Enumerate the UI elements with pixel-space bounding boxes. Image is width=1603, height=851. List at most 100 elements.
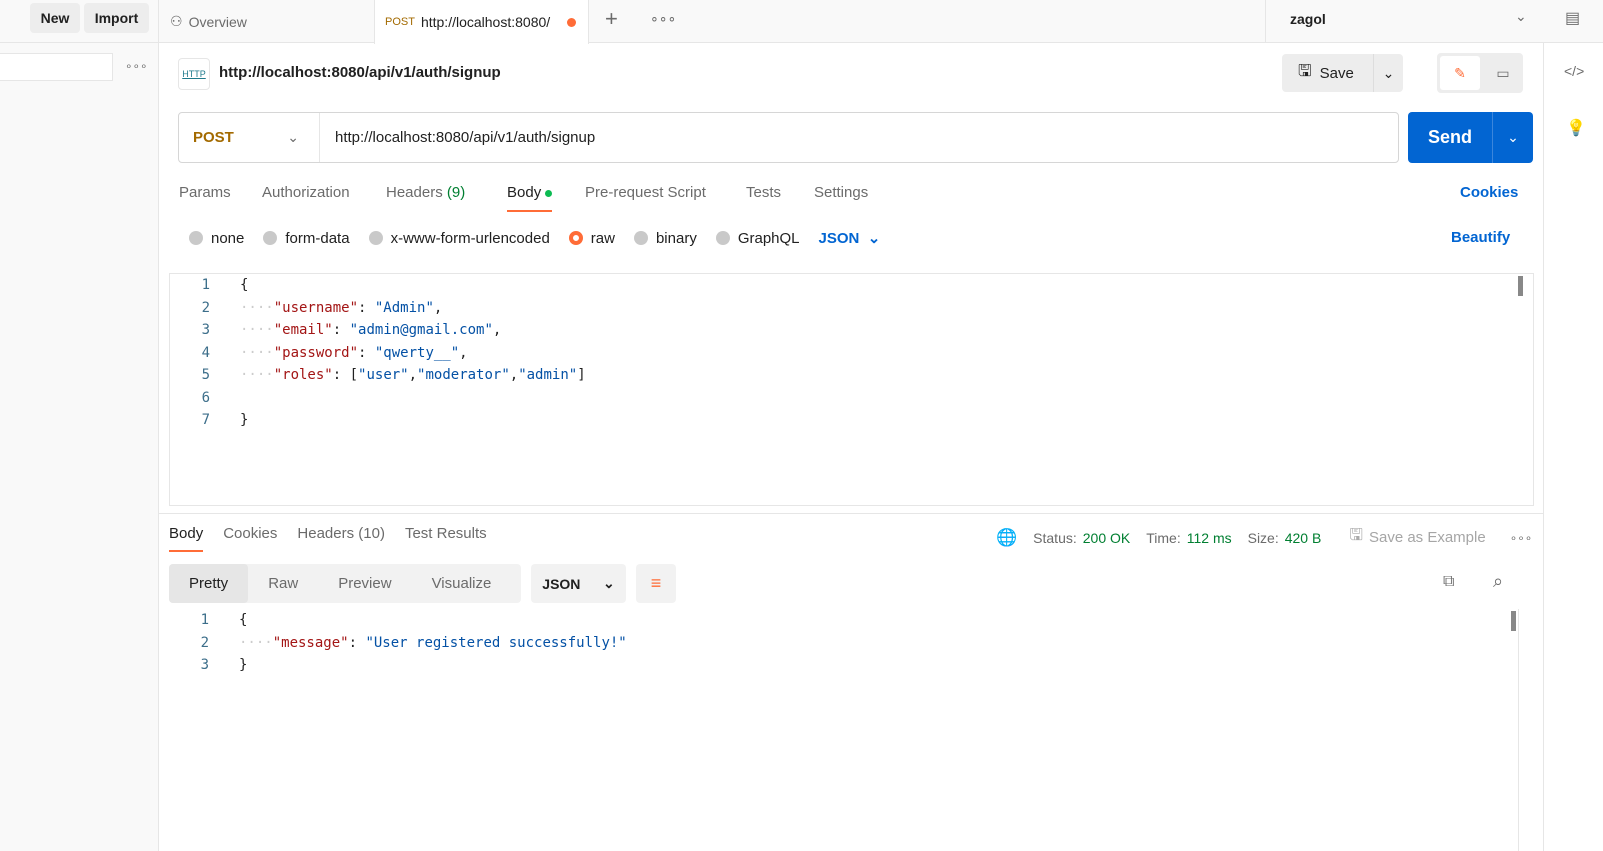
tab-body[interactable]: Body	[507, 184, 553, 212]
json-punct: :	[358, 344, 375, 361]
http-icon: HTTP	[178, 58, 210, 90]
radio-form-data[interactable]: form-data	[263, 229, 350, 247]
sidebar: ∘∘∘	[0, 43, 159, 851]
json-key: "password"	[273, 344, 359, 361]
tab-settings[interactable]: Settings	[814, 184, 868, 201]
code-line: 2 ····"message": "User registered success…	[169, 632, 1519, 655]
json-key: "roles"	[273, 367, 333, 383]
line-number: 2	[200, 634, 209, 651]
lightbulb-icon[interactable]: 💡	[1566, 118, 1586, 138]
json-punct: : [	[332, 367, 359, 383]
json-string: "User registered successfully!"	[365, 634, 627, 651]
radio-none[interactable]: none	[189, 229, 244, 247]
import-button[interactable]: Import	[84, 3, 149, 33]
save-icon: 🖫	[1298, 62, 1312, 80]
response-format-select[interactable]: JSON ⌄	[531, 564, 626, 603]
copy-icon[interactable]: ⧉	[1443, 573, 1454, 591]
json-punct: {	[239, 612, 248, 628]
tab-overview[interactable]: ⚇ Overview	[160, 0, 257, 43]
radio-raw[interactable]: raw	[568, 229, 615, 247]
json-punct: {	[240, 277, 249, 293]
workspace-selector[interactable]: zagol	[1290, 11, 1326, 27]
method-select[interactable]: POST ⌄	[179, 113, 320, 162]
edit-icon[interactable]: ✎	[1440, 56, 1480, 90]
url-input[interactable]: http://localhost:8080/api/v1/auth/signup	[320, 129, 595, 146]
request-title[interactable]: http://localhost:8080/api/v1/auth/signup	[219, 64, 501, 81]
radio-urlencoded[interactable]: x-www-form-urlencoded	[368, 229, 550, 247]
code-icon[interactable]: </>	[1564, 63, 1584, 79]
wrap-lines-icon[interactable]: ≡	[636, 564, 676, 603]
scrollbar[interactable]	[1511, 611, 1516, 631]
sidebar-search-input[interactable]	[0, 53, 113, 81]
scrollbar[interactable]	[1518, 276, 1523, 296]
save-button[interactable]: Save	[1320, 65, 1354, 82]
chevron-down-icon[interactable]: ⌄	[1515, 8, 1527, 25]
send-options-chevron[interactable]: ⌄	[1492, 112, 1533, 163]
new-tab-button[interactable]: +	[605, 6, 618, 32]
line-number: 2	[201, 299, 210, 316]
cookies-link[interactable]: Cookies	[1460, 184, 1518, 201]
status-value[interactable]: 200 OK	[1083, 530, 1130, 546]
indent: ····	[240, 299, 274, 316]
response-tab-body[interactable]: Body	[169, 525, 204, 552]
response-tab-headers[interactable]: Headers (10)	[297, 525, 385, 552]
response-body-viewer[interactable]: 1{2 ····"message": "User registered succe…	[169, 609, 1519, 851]
send-button[interactable]: Send	[1408, 127, 1492, 148]
view-pretty[interactable]: Pretty	[169, 564, 249, 603]
search-icon[interactable]: ⌕	[1493, 571, 1503, 592]
new-button[interactable]: New	[30, 3, 80, 33]
code-line: 3 ····"email": "admin@gmail.com",	[170, 319, 1533, 342]
response-tab-test-results[interactable]: Test Results	[405, 525, 487, 552]
indent: ····	[240, 367, 274, 383]
sidebar-more-icon[interactable]: ∘∘∘	[125, 59, 148, 73]
tab-headers[interactable]: Headers (9)	[386, 184, 465, 201]
json-key: "username"	[273, 299, 359, 316]
tab-pre-request-script[interactable]: Pre-request Script	[585, 184, 706, 201]
line-number: 1	[200, 612, 209, 628]
save-as-example-button[interactable]: Save as Example	[1369, 529, 1486, 546]
tab-tests[interactable]: Tests	[746, 184, 781, 201]
radio-binary[interactable]: binary	[633, 229, 697, 247]
code-line: 1{	[170, 274, 1533, 297]
indent: ····	[240, 344, 274, 361]
tab-request[interactable]: POST http://localhost:8080/	[374, 0, 589, 44]
request-body-editor[interactable]: 1{2 ····"username": "Admin", 3 ····"email":…	[169, 273, 1534, 506]
json-key: "email"	[273, 322, 333, 338]
response-tab-cookies[interactable]: Cookies	[223, 525, 277, 552]
json-punct: :	[358, 299, 375, 316]
view-raw[interactable]: Raw	[248, 575, 318, 592]
json-punct: ,	[433, 299, 443, 316]
response-meta: 🌐 Status: 200 OK Time: 112 ms Size: 420 B 🖫…	[996, 524, 1532, 551]
line-number: 3	[200, 657, 209, 673]
code-line: 1{	[169, 609, 1519, 632]
json-string: "Admin"	[374, 299, 434, 316]
beautify-button[interactable]: Beautify	[1451, 229, 1510, 246]
send-button-group: Send ⌄	[1408, 112, 1533, 163]
json-punct: ,	[509, 367, 519, 383]
json-string: "admin@gmail.com"	[349, 322, 493, 338]
more-tabs-icon[interactable]: ∘∘∘	[650, 10, 676, 27]
more-icon[interactable]: ∘∘∘	[1510, 531, 1533, 545]
globe-icon[interactable]: 🌐	[996, 528, 1017, 548]
save-options-chevron[interactable]: ⌄	[1373, 54, 1403, 92]
format-select[interactable]: JSON ⌄	[819, 229, 881, 247]
code-line: 5 ····"roles": ["user","moderator","admin…	[170, 364, 1533, 387]
comment-icon[interactable]: ▭	[1485, 56, 1521, 90]
code-line: 2 ····"username": "Admin",	[170, 297, 1533, 320]
json-punct: :	[332, 322, 350, 338]
json-punct: ,	[492, 322, 502, 338]
radio-graphql[interactable]: GraphQL	[715, 229, 800, 247]
size-value[interactable]: 420 B	[1285, 530, 1322, 546]
tab-authorization[interactable]: Authorization	[262, 184, 350, 201]
save-icon: 🖫	[1349, 527, 1363, 544]
view-visualize[interactable]: Visualize	[412, 575, 512, 592]
code-line: 4 ····"password": "qwerty__",	[170, 342, 1533, 365]
line-number: 4	[201, 344, 210, 361]
response-view-toggle: Pretty Raw Preview Visualize	[169, 564, 521, 603]
environment-icon[interactable]: ▤	[1565, 8, 1580, 28]
time-value[interactable]: 112 ms	[1187, 530, 1232, 546]
tab-params[interactable]: Params	[179, 184, 231, 201]
json-punct: ]	[577, 367, 586, 383]
view-preview[interactable]: Preview	[318, 575, 411, 592]
json-string: "moderator"	[417, 367, 510, 383]
